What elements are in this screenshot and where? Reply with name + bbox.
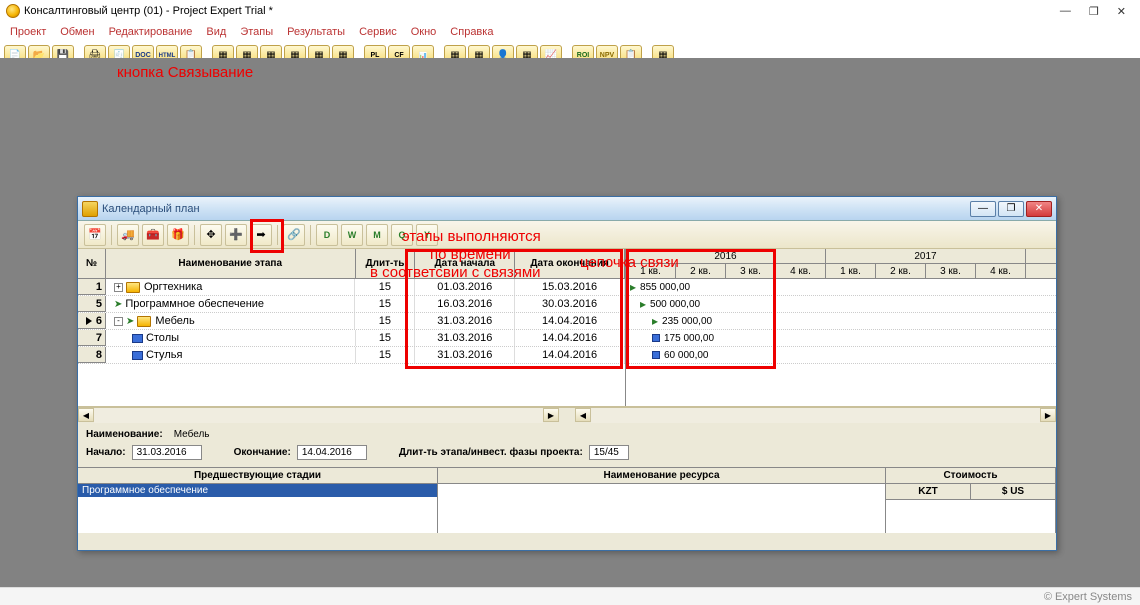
gantt-row[interactable]: ▸235 000,00 xyxy=(626,313,1056,330)
val-end[interactable]: 14.04.2016 xyxy=(297,445,367,460)
ct-q-button[interactable]: Q xyxy=(391,224,413,246)
stage-grid: № Наименование этапа Длит-ть Дата начала… xyxy=(78,249,1056,407)
annotation-text: кнопка Связывание xyxy=(117,64,253,81)
lbl-dur: Длит-ть этапа/инвест. фазы проекта: xyxy=(399,447,583,458)
bottom-tables: Предшествующие стадии Программное обеспе… xyxy=(78,467,1056,533)
pred-row[interactable]: Программное обеспечение xyxy=(78,484,437,497)
gantt-quarter: 1 кв. xyxy=(626,264,676,278)
pred-header: Предшествующие стадии xyxy=(78,468,437,484)
menu-item[interactable]: Проект xyxy=(4,24,52,40)
menu-item[interactable]: Справка xyxy=(444,24,499,40)
maximize-button[interactable]: ❐ xyxy=(1089,5,1099,18)
predecessors-table[interactable]: Предшествующие стадии Программное обеспе… xyxy=(78,468,438,533)
h-scrollbar[interactable]: ◀ ▶ ◀ ▶ xyxy=(78,407,1056,423)
col-name[interactable]: Наименование этапа xyxy=(106,249,356,279)
menu-item[interactable]: Этапы xyxy=(234,24,279,40)
statusbar: © Expert Systems xyxy=(0,587,1140,605)
table-row[interactable]: 8Стулья1531.03.201614.04.2016 xyxy=(78,347,625,364)
child-icon xyxy=(82,201,98,217)
gantt-row[interactable]: ▸855 000,00 xyxy=(626,279,1056,296)
child-title: Календарный план xyxy=(102,203,200,215)
table-row[interactable]: 7Столы1531.03.201614.04.2016 xyxy=(78,330,625,347)
ct-w-button[interactable]: W xyxy=(341,224,363,246)
gantt-year: 2017 xyxy=(826,249,1026,263)
ct-f-icon[interactable]: ➡ xyxy=(250,224,272,246)
gantt-chart[interactable]: 2016 2017 1 кв.2 кв.3 кв.4 кв.1 кв.2 кв.… xyxy=(626,249,1056,406)
val-name: Мебель xyxy=(169,427,369,442)
detail-panel: Наименование: Мебель Начало: 31.03.2016 … xyxy=(78,423,1056,467)
col-end[interactable]: Дата окончания xyxy=(515,249,625,279)
ct-y-button[interactable]: Y xyxy=(416,224,438,246)
ct-d-button[interactable]: D xyxy=(316,224,338,246)
ct-e-icon[interactable]: ➕ xyxy=(225,224,247,246)
menu-item[interactable]: Редактирование xyxy=(103,24,199,40)
menu-item[interactable]: Окно xyxy=(405,24,443,40)
ct-calendar-icon[interactable]: 📅 xyxy=(84,224,106,246)
gantt-quarter: 1 кв. xyxy=(826,264,876,278)
scroll-left-icon[interactable]: ◀ xyxy=(575,408,591,422)
lbl-name: Наименование: xyxy=(86,429,163,440)
child-close-button[interactable]: ✕ xyxy=(1026,201,1052,217)
gantt-quarter: 2 кв. xyxy=(676,264,726,278)
status-text: © Expert Systems xyxy=(1044,591,1132,603)
main-menubar: Проект Обмен Редактирование Вид Этапы Ре… xyxy=(0,22,1140,42)
close-button[interactable]: ✕ xyxy=(1117,5,1126,18)
gantt-quarter: 2 кв. xyxy=(876,264,926,278)
menu-item[interactable]: Обмен xyxy=(54,24,100,40)
app-icon xyxy=(6,4,20,18)
child-minimize-button[interactable]: — xyxy=(970,201,996,217)
table-row[interactable]: 5➤Программное обеспечение1516.03.201630.… xyxy=(78,296,625,313)
col-num[interactable]: № xyxy=(78,249,106,279)
gantt-row[interactable]: 175 000,00 xyxy=(626,330,1056,347)
child-maximize-button[interactable]: ❐ xyxy=(998,201,1024,217)
col-dur[interactable]: Длит-ть xyxy=(356,249,416,279)
menu-item[interactable]: Результаты xyxy=(281,24,351,40)
app-titlebar: Консалтинговый центр (01) - Project Expe… xyxy=(0,0,1140,22)
window-controls: — ❐ ✕ xyxy=(1060,5,1134,18)
gantt-row[interactable]: 60 000,00 xyxy=(626,347,1056,364)
ct-link-button[interactable]: 🔗 xyxy=(283,224,305,246)
stage-table: № Наименование этапа Длит-ть Дата начала… xyxy=(78,249,626,406)
gantt-year: 2016 xyxy=(626,249,826,263)
ct-c-icon[interactable]: 🎁 xyxy=(167,224,189,246)
cost-kzt: KZT xyxy=(886,484,971,500)
lbl-start: Начало: xyxy=(86,447,126,458)
scroll-right-icon[interactable]: ▶ xyxy=(1040,408,1056,422)
cost-table[interactable]: Стоимость KZT $ US xyxy=(886,468,1056,533)
scroll-left-icon[interactable]: ◀ xyxy=(78,408,94,422)
cost-usd: $ US xyxy=(971,484,1055,500)
child-titlebar[interactable]: Календарный план — ❐ ✕ xyxy=(78,197,1056,221)
table-row[interactable]: 1+Оргтехника1501.03.201615.03.2016 xyxy=(78,279,625,296)
val-dur[interactable]: 15/45 xyxy=(589,445,629,460)
mdi-workspace: Календарный план — ❐ ✕ 📅 🚚 🧰 🎁 ✥ ➕ ➡ 🔗 D… xyxy=(0,58,1140,587)
val-start[interactable]: 31.03.2016 xyxy=(132,445,202,460)
cost-header: Стоимость xyxy=(886,468,1055,484)
minimize-button[interactable]: — xyxy=(1060,5,1071,18)
col-start[interactable]: Дата начала xyxy=(415,249,515,279)
menu-item[interactable]: Вид xyxy=(200,24,232,40)
ct-m-button[interactable]: M xyxy=(366,224,388,246)
scroll-right-icon[interactable]: ▶ xyxy=(543,408,559,422)
gantt-row[interactable]: ▸500 000,00 xyxy=(626,296,1056,313)
child-toolbar: 📅 🚚 🧰 🎁 ✥ ➕ ➡ 🔗 D W M Q Y xyxy=(78,221,1056,249)
ct-a-icon[interactable]: 🚚 xyxy=(117,224,139,246)
child-window-calendar-plan: Календарный план — ❐ ✕ 📅 🚚 🧰 🎁 ✥ ➕ ➡ 🔗 D… xyxy=(77,196,1057,551)
ct-d-icon[interactable]: ✥ xyxy=(200,224,222,246)
gantt-quarter: 4 кв. xyxy=(776,264,826,278)
res-header: Наименование ресурса xyxy=(438,468,885,484)
table-row[interactable]: 6-➤Мебель1531.03.201614.04.2016 xyxy=(78,313,625,330)
menu-item[interactable]: Сервис xyxy=(353,24,403,40)
ct-b-icon[interactable]: 🧰 xyxy=(142,224,164,246)
lbl-end: Окончание: xyxy=(234,447,291,458)
gantt-quarter: 3 кв. xyxy=(726,264,776,278)
gantt-quarter: 3 кв. xyxy=(926,264,976,278)
app-title: Консалтинговый центр (01) - Project Expe… xyxy=(24,5,273,17)
gantt-quarter: 4 кв. xyxy=(976,264,1026,278)
resources-table[interactable]: Наименование ресурса xyxy=(438,468,886,533)
